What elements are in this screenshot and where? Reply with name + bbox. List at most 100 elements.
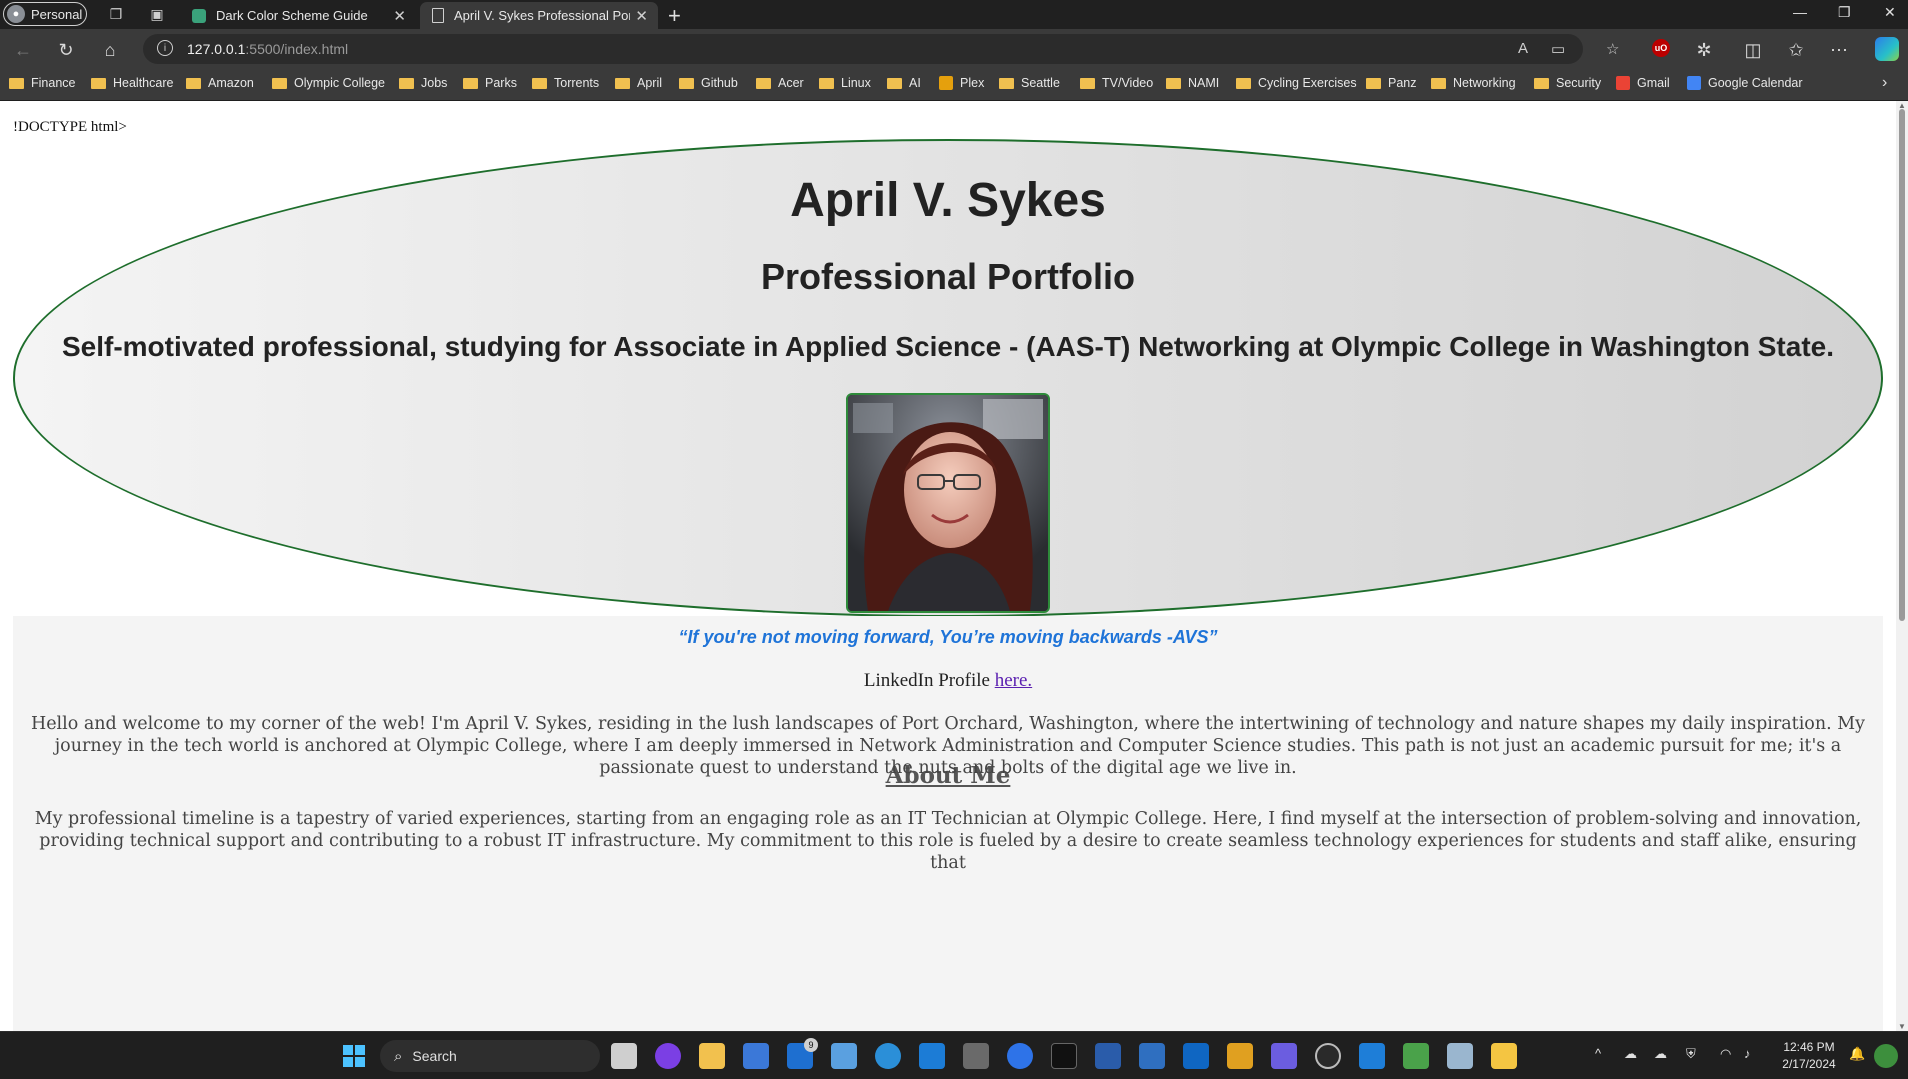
folder-icon xyxy=(399,77,414,89)
terminal-icon[interactable] xyxy=(1051,1043,1077,1069)
bookmark-panz[interactable]: Panz xyxy=(1366,76,1417,90)
powershell-icon[interactable] xyxy=(1139,1043,1165,1069)
refresh-icon[interactable]: ↻ xyxy=(53,37,79,63)
onedrive-business-icon[interactable]: ☁ xyxy=(1654,1046,1667,1062)
vscode-icon[interactable] xyxy=(919,1043,945,1069)
url-text[interactable]: 127.0.0.1:5500/index.html xyxy=(187,41,348,57)
scroll-down-icon[interactable]: ▼ xyxy=(1898,1022,1906,1031)
bookmark-april[interactable]: April xyxy=(615,76,662,90)
copilot-taskbar-icon[interactable] xyxy=(1271,1043,1297,1069)
system-clock[interactable]: 12:46 PM 2/17/2024 xyxy=(1774,1039,1844,1073)
app-icon[interactable] xyxy=(1007,1043,1033,1069)
bookmark-amazon[interactable]: Amazon xyxy=(186,76,254,90)
ublock-extension-icon[interactable]: uO xyxy=(1652,39,1670,57)
edge-browser-icon[interactable] xyxy=(875,1043,901,1069)
bookmark-olympic-college[interactable]: Olympic College xyxy=(272,76,385,90)
extensions-icon[interactable]: ✲ xyxy=(1691,37,1717,63)
security-shield-icon[interactable]: ⛨ xyxy=(1686,1046,1696,1062)
notification-bell-icon[interactable]: 🔔 xyxy=(1849,1046,1865,1062)
doctype-text: !DOCTYPE html> xyxy=(13,119,127,135)
folder-icon xyxy=(1236,77,1251,89)
app-eye-icon[interactable] xyxy=(1447,1043,1473,1069)
volume-icon[interactable]: ♪ xyxy=(1744,1046,1751,1061)
bookmark-tv-video[interactable]: TV/Video xyxy=(1080,76,1153,90)
bookmarks-bar: Finance Healthcare Amazon Olympic Colleg… xyxy=(0,70,1908,101)
tab-portfolio[interactable]: April V. Sykes Professional Portfolio ✕ xyxy=(420,2,658,29)
bookmark-jobs[interactable]: Jobs xyxy=(399,76,447,90)
chatgpt-favicon-icon xyxy=(192,8,206,23)
remote-desktop-icon[interactable] xyxy=(1227,1043,1253,1069)
more-menu-icon[interactable]: ⋯ xyxy=(1826,37,1852,63)
bookmark-security[interactable]: Security xyxy=(1534,76,1601,90)
tray-overflow-chevron-icon[interactable]: ^ xyxy=(1595,1046,1601,1061)
wireshark-icon[interactable] xyxy=(1359,1043,1385,1069)
address-bar[interactable]: i 127.0.0.1:5500/index.html A ▭ ☆ xyxy=(143,34,1619,64)
bookmark-finance[interactable]: Finance xyxy=(9,76,75,90)
site-info-icon[interactable]: i xyxy=(157,40,173,56)
read-aloud-icon[interactable]: A xyxy=(1518,40,1528,57)
bookmark-cycling-exercises[interactable]: Cycling Exercises xyxy=(1236,76,1357,90)
search-label: Search xyxy=(412,1048,457,1064)
bookmark-networking[interactable]: Networking xyxy=(1431,76,1516,90)
profile-button[interactable]: ● Personal xyxy=(3,2,87,26)
bookmark-google-calendar[interactable]: Google Calendar xyxy=(1687,76,1803,90)
obs-icon[interactable] xyxy=(1315,1043,1341,1069)
favorite-star-icon[interactable]: ☆ xyxy=(1606,40,1619,58)
bookmark-gmail[interactable]: Gmail xyxy=(1616,76,1670,90)
new-tab-icon[interactable]: + xyxy=(668,3,681,29)
folder-icon xyxy=(1534,77,1549,89)
page-scrollbar[interactable]: ▲ ▼ xyxy=(1896,101,1908,1031)
bookmark-ai[interactable]: AI xyxy=(887,76,921,90)
linkedin-line: LinkedIn Profile here. xyxy=(0,670,1896,692)
minimize-icon[interactable]: — xyxy=(1793,4,1807,20)
close-tab-icon[interactable]: ✕ xyxy=(635,7,648,25)
task-view-icon[interactable] xyxy=(611,1043,637,1069)
wifi-icon[interactable]: ◠ xyxy=(1720,1046,1731,1062)
address-toolbar: ← ↻ ⌂ i 127.0.0.1:5500/index.html A ▭ ☆ … xyxy=(0,29,1908,70)
bookmark-torrents[interactable]: Torrents xyxy=(532,76,599,90)
photos-icon[interactable] xyxy=(831,1043,857,1069)
window-close-icon[interactable]: ✕ xyxy=(1884,4,1896,21)
folder-icon xyxy=(999,77,1014,89)
bookmark-healthcare[interactable]: Healthcare xyxy=(91,76,173,90)
word-icon[interactable] xyxy=(1095,1043,1121,1069)
microsoft-store-icon[interactable] xyxy=(743,1043,769,1069)
onedrive-icon[interactable]: ☁ xyxy=(1624,1046,1637,1062)
scroll-thumb[interactable] xyxy=(1899,109,1905,621)
close-tab-icon[interactable]: ✕ xyxy=(393,7,406,25)
workspaces-icon[interactable]: ❐ xyxy=(107,5,125,23)
profile-photo xyxy=(846,393,1050,613)
back-icon[interactable]: ← xyxy=(10,37,36,63)
folder-icon xyxy=(679,77,694,89)
copilot-icon[interactable] xyxy=(1875,37,1899,61)
bookmark-seattle[interactable]: Seattle xyxy=(999,76,1060,90)
tab-actions-icon[interactable]: ▣ xyxy=(148,5,166,23)
favorites-icon[interactable]: ✩ xyxy=(1783,37,1809,63)
tab-dark-color-scheme[interactable]: Dark Color Scheme Guide ✕ xyxy=(180,2,416,29)
plex-icon xyxy=(939,76,953,90)
bookmark-acer[interactable]: Acer xyxy=(756,76,804,90)
outlook-icon[interactable] xyxy=(1183,1043,1209,1069)
bookmark-linux[interactable]: Linux xyxy=(819,76,871,90)
split-screen-icon[interactable]: ◫ xyxy=(1740,37,1766,63)
taskbar-search[interactable]: ⌕ Search xyxy=(380,1040,600,1072)
bookmark-github[interactable]: Github xyxy=(679,76,738,90)
calculator-icon[interactable] xyxy=(963,1043,989,1069)
bookmarks-overflow-chevron-icon[interactable]: › xyxy=(1882,74,1887,92)
gmail-icon xyxy=(1616,76,1630,90)
linkedin-link[interactable]: here. xyxy=(995,670,1032,691)
sticky-notes-icon[interactable] xyxy=(1491,1043,1517,1069)
restore-icon[interactable]: ❐ xyxy=(1838,4,1851,21)
user-avatar-icon[interactable] xyxy=(1874,1044,1898,1068)
app-green-icon[interactable] xyxy=(1403,1043,1429,1069)
file-explorer-icon[interactable] xyxy=(699,1043,725,1069)
folder-icon xyxy=(1080,77,1095,89)
bookmark-plex[interactable]: Plex xyxy=(939,76,984,90)
bookmark-parks[interactable]: Parks xyxy=(463,76,517,90)
immersive-reader-icon[interactable]: ▭ xyxy=(1551,40,1565,58)
home-icon[interactable]: ⌂ xyxy=(97,37,123,63)
app-circle-icon[interactable] xyxy=(655,1043,681,1069)
folder-icon xyxy=(1431,77,1446,89)
windows-start-icon[interactable] xyxy=(342,1044,366,1068)
bookmark-nami[interactable]: NAMI xyxy=(1166,76,1219,90)
